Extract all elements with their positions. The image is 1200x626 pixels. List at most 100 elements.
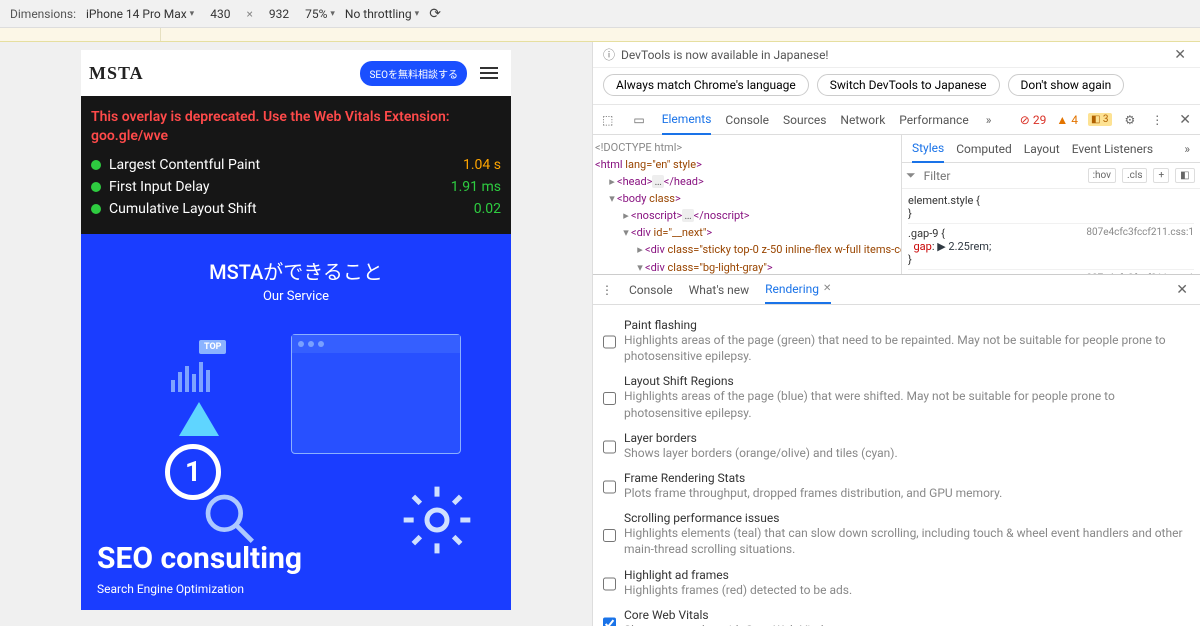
rendering-option[interactable]: Scrolling performance issuesHighlights e… [603,506,1190,562]
drawer-tab-whatsnew[interactable]: What's new [689,277,750,303]
dom-line[interactable]: ▾<div class="bg-light-gray"> [595,259,899,274]
device-toggle-icon[interactable]: ▭ [630,113,647,127]
dom-line[interactable]: ▾<div id="__next"> [595,224,899,241]
close-icon[interactable]: ✕ [1172,282,1192,298]
inspect-icon[interactable]: ⬚ [599,113,616,127]
device-frame[interactable]: MSTA SEOを無料相談する This overlay is deprecat… [81,50,511,610]
new-rule-icon[interactable]: + [1153,168,1169,183]
drawer: ⋮ Console What's new Rendering✕ ✕ Paint … [593,274,1200,626]
option-checkbox[interactable] [603,433,616,461]
warning-count[interactable]: ▲ 4 [1056,113,1078,127]
ruler [0,28,1200,42]
tab-console[interactable]: Console [725,106,769,134]
top-badge: TOP [199,340,226,354]
device-width[interactable]: 430 [204,7,236,21]
elements-dom-tree[interactable]: <!DOCTYPE html> <html lang="en" style> ▸… [593,135,902,274]
option-checkbox[interactable] [603,570,616,598]
dom-line[interactable]: ▾<body class> [595,190,899,207]
option-desc: Shows an overlay with Core Web Vitals. [624,622,833,626]
zoom-select[interactable]: 75% [305,7,335,21]
error-count[interactable]: ⊘ 29 [1020,113,1047,127]
tab-computed[interactable]: Computed [956,136,1012,162]
option-desc: Highlights areas of the page (blue) that… [624,388,1190,420]
style-rule[interactable]: element.style {} [908,191,1194,224]
notice-actions: Always match Chrome's language Switch De… [593,68,1200,105]
close-icon[interactable]: ✕ [1176,112,1194,128]
filter-icon: ⏷ [906,168,916,183]
rendering-options[interactable]: Paint flashingHighlights areas of the pa… [593,305,1200,626]
rendering-option[interactable]: Layout Shift RegionsHighlights areas of … [603,369,1190,425]
bar-chart-icon [171,356,210,392]
throttle-select[interactable]: No throttling [345,7,419,21]
header-cta-button[interactable]: SEOを無料相談する [360,61,467,86]
arrow-up-icon [179,402,219,436]
dom-line[interactable]: <!DOCTYPE html> [595,139,899,156]
dont-show-button[interactable]: Don't show again [1008,74,1125,96]
gear-icon [397,480,477,560]
issue-count[interactable]: ◧ 3 [1088,113,1112,126]
option-desc: Plots frame throughput, dropped frames d… [624,485,1002,501]
close-icon[interactable]: ✕ [1170,47,1190,63]
drawer-tab-console[interactable]: Console [629,277,673,303]
device-select[interactable]: iPhone 14 Pro Max [86,7,194,21]
rendering-option[interactable]: Layer bordersShows layer borders (orange… [603,426,1190,466]
gear-icon[interactable]: ⚙ [1122,113,1139,127]
tab-sources[interactable]: Sources [783,106,826,134]
tab-layout[interactable]: Layout [1024,136,1060,162]
more-tabs-icon[interactable]: » [1184,142,1190,156]
menu-icon[interactable] [475,67,503,79]
option-title: Scrolling performance issues [624,511,1190,525]
option-checkbox[interactable] [603,473,616,501]
dom-line[interactable]: <html lang="en" style> [595,156,899,173]
rendering-option[interactable]: Paint flashingHighlights areas of the pa… [603,313,1190,369]
kebab-icon[interactable]: ⋮ [601,283,613,297]
metric-lcp: Largest Contentful Paint 1.04 s [91,154,501,176]
rendering-option[interactable]: Core Web VitalsShows an overlay with Cor… [603,603,1190,626]
close-icon[interactable]: ✕ [823,283,831,294]
dom-line[interactable]: ▸<noscript>…</noscript> [595,207,899,224]
match-language-button[interactable]: Always match Chrome's language [603,74,809,96]
tab-styles[interactable]: Styles [912,135,944,163]
tab-network[interactable]: Network [840,106,885,134]
drawer-tab-rendering[interactable]: Rendering✕ [765,276,831,304]
metric-value: 0.02 [474,201,501,217]
option-desc: Shows layer borders (orange/olive) and t… [624,445,898,461]
computed-toggle-icon[interactable]: ◧ [1175,168,1194,183]
kebab-icon[interactable]: ⋮ [1148,113,1166,127]
option-title: Core Web Vitals [624,608,833,622]
metric-value: 1.04 s [463,157,501,173]
style-rules[interactable]: element.style {} 807e4cfc3fccf211.css:1.… [902,189,1200,274]
rotate-icon[interactable]: ⟳ [429,6,441,22]
option-desc: Highlights frames (red) detected to be a… [624,582,852,598]
option-checkbox[interactable] [603,320,616,364]
more-tabs-icon[interactable]: » [983,113,995,127]
tab-performance[interactable]: Performance [899,106,968,134]
option-checkbox[interactable] [603,610,616,626]
notice-text: DevTools is now available in Japanese! [621,48,829,62]
option-title: Highlight ad frames [624,568,852,582]
tab-elements[interactable]: Elements [662,105,712,135]
style-rule[interactable]: 807e4cfc3fccf211.css:1.gap-9 { gap: ▶ 2.… [908,224,1194,270]
option-checkbox[interactable] [603,376,616,420]
devtools-panel: ⓘDevTools is now available in Japanese! … [592,42,1200,626]
metric-name: First Input Delay [109,179,210,195]
hero-subtitle: Our Service [81,289,511,304]
switch-japanese-button[interactable]: Switch DevTools to Japanese [817,74,1000,96]
option-desc: Highlights areas of the page (green) tha… [624,332,1190,364]
option-checkbox[interactable] [603,513,616,557]
device-height[interactable]: 932 [263,7,295,21]
rendering-option[interactable]: Frame Rendering StatsPlots frame through… [603,466,1190,506]
dimensions-label: Dimensions: [10,7,76,21]
hov-toggle[interactable]: :hov [1088,168,1116,183]
styles-filter-input[interactable] [922,167,1082,185]
hero-title: MSTAができること [81,256,511,285]
rendering-option[interactable]: Highlight ad framesHighlights frames (re… [603,563,1190,603]
drawer-tabs: ⋮ Console What's new Rendering✕ ✕ [593,275,1200,305]
dom-line[interactable]: ▸<head>…</head> [595,173,899,190]
cls-toggle[interactable]: .cls [1122,168,1147,183]
metric-cls: Cumulative Layout Shift 0.02 [91,198,501,220]
dom-line[interactable]: ▸<div class="sticky top-0 z-50 inline-fl… [595,241,899,259]
device-toolbar: Dimensions: iPhone 14 Pro Max 430 × 932 … [0,0,1200,28]
times-icon: × [240,7,258,21]
tab-event-listeners[interactable]: Event Listeners [1072,136,1153,162]
